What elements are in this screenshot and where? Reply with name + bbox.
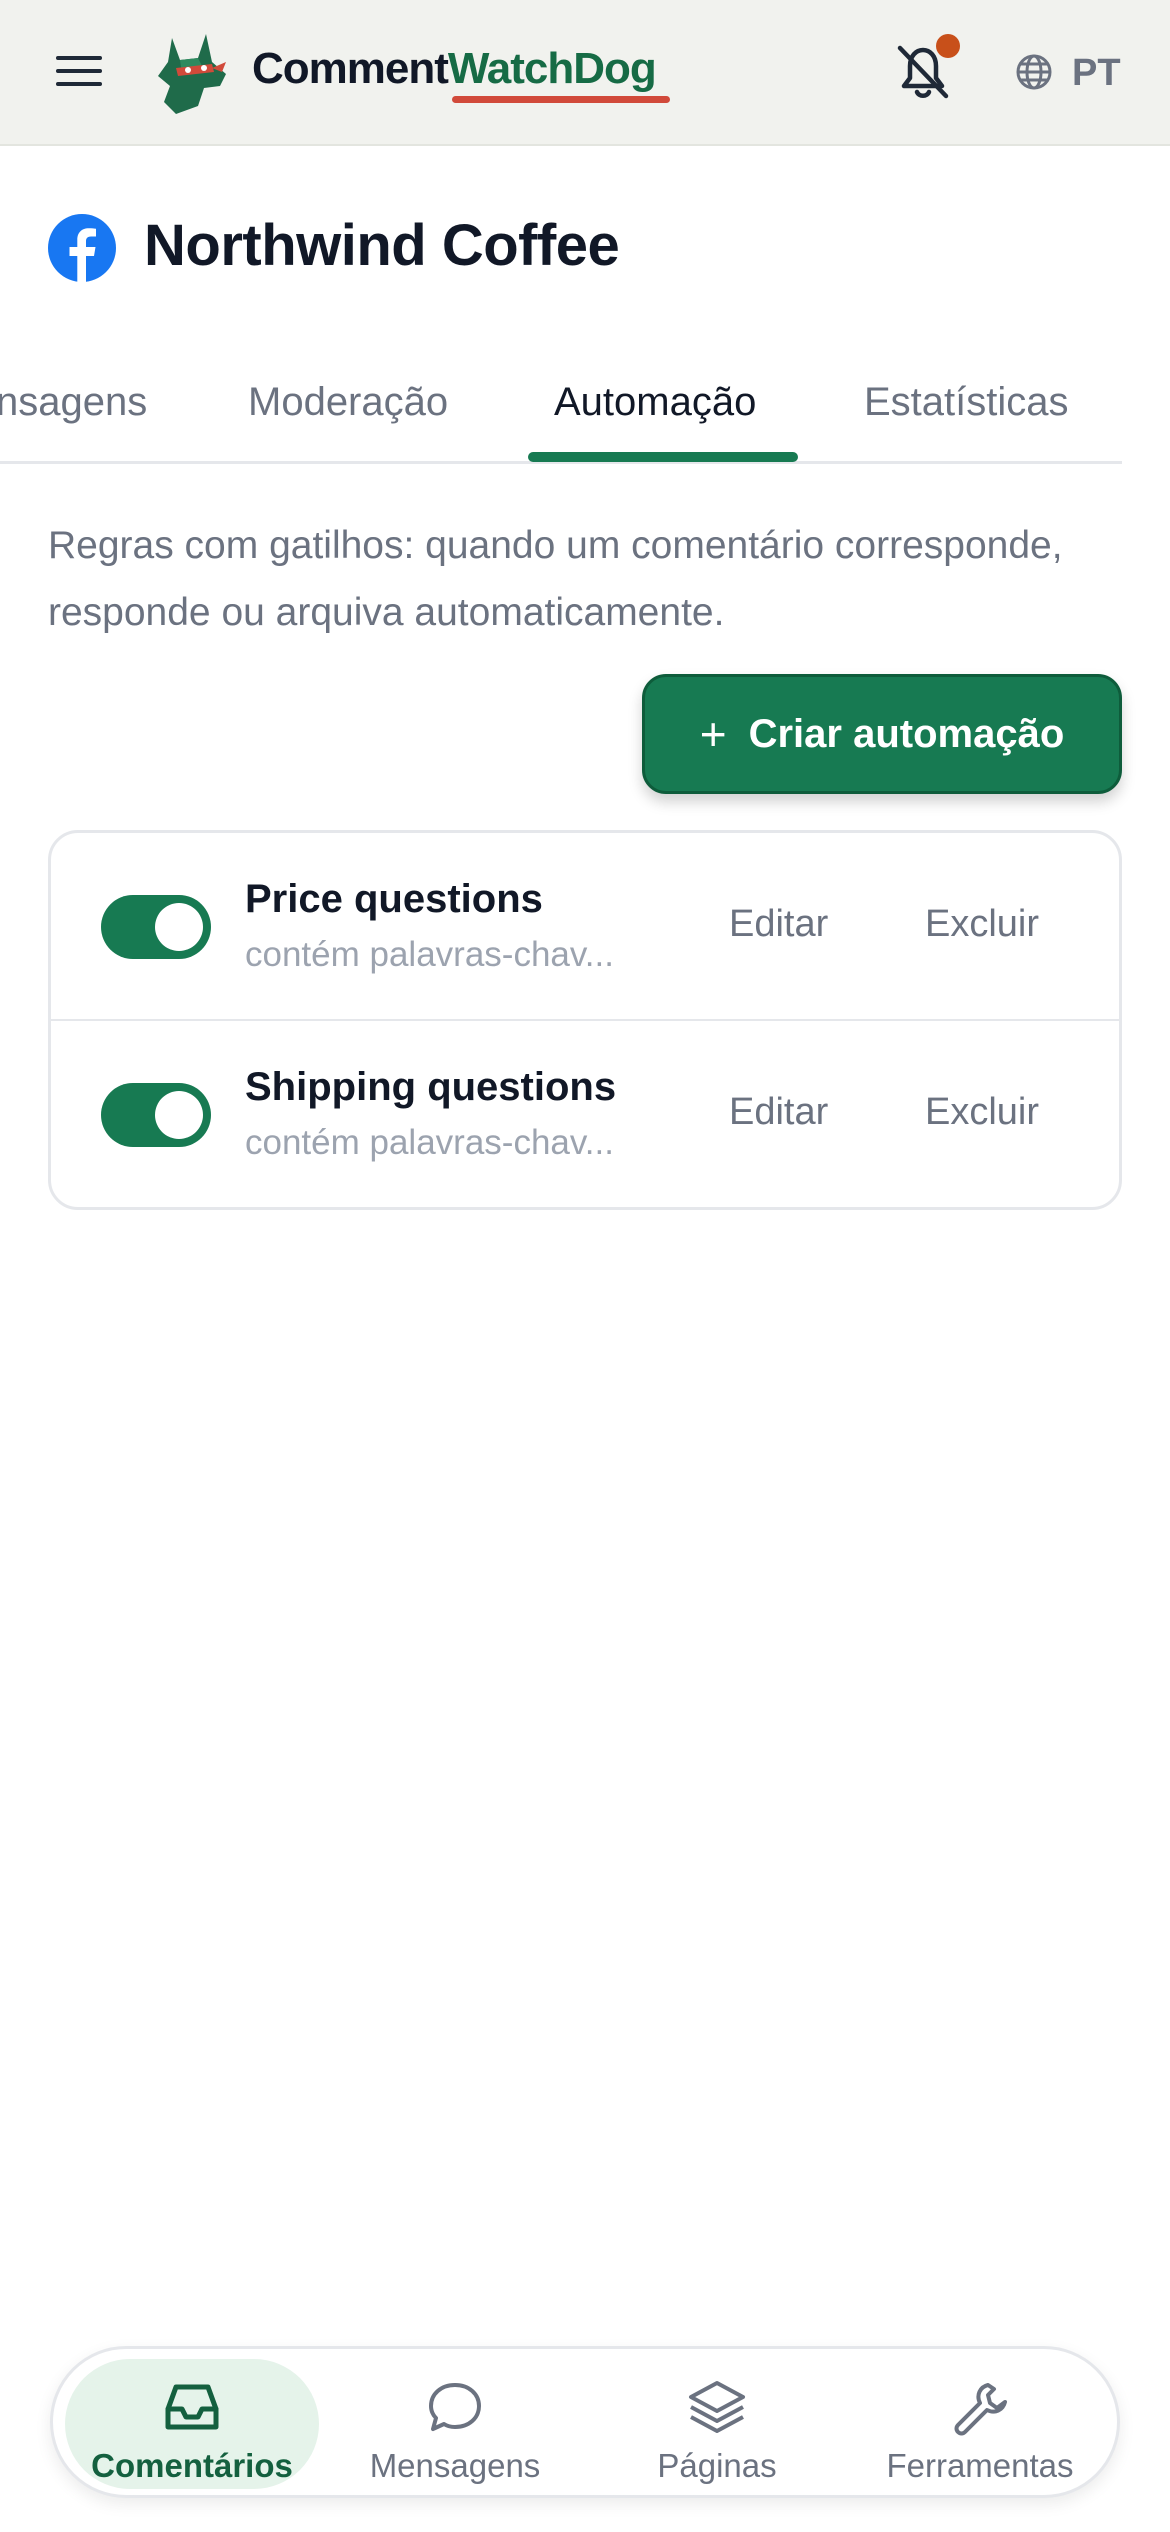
wrench-icon <box>954 2383 1007 2436</box>
toggle-knob <box>155 1091 203 1139</box>
nav-mensagens[interactable]: Mensagens <box>328 2359 582 2489</box>
automation-rules-list: Price questions contém palavras-chav... … <box>48 830 1122 1210</box>
facebook-icon <box>48 214 116 282</box>
brand-part-comment: Comment <box>252 44 449 93</box>
create-automation-button[interactable]: + Criar automação <box>642 674 1122 794</box>
notification-dot <box>936 34 960 58</box>
chat-bubble-icon <box>429 2383 481 2431</box>
bottom-navigation: Comentários Mensagens Páginas Ferramenta… <box>50 2346 1120 2498</box>
nav-label: Comentários <box>91 2447 293 2484</box>
brand-name[interactable]: CommentWatchDog <box>252 44 657 94</box>
nav-label: Ferramentas <box>886 2447 1074 2484</box>
nav-ferramentas[interactable]: Ferramentas <box>853 2359 1107 2489</box>
app-header: CommentWatchDog PT <box>0 0 1170 146</box>
rule-condition: contém palavras-chav... <box>245 1123 614 1162</box>
rule-name: Price questions <box>245 877 543 921</box>
rule-condition: contém palavras-chav... <box>245 935 614 974</box>
tab-mensagens[interactable]: nsagens <box>0 380 147 425</box>
edit-rule-button[interactable]: Editar <box>729 903 828 946</box>
rule-enabled-toggle[interactable] <box>101 1083 211 1147</box>
inbox-icon <box>165 2384 219 2430</box>
tab-estatisticas[interactable]: Estatísticas <box>864 380 1069 425</box>
create-automation-label: Criar automação <box>748 711 1065 756</box>
plus-icon: + <box>699 708 727 760</box>
tab-moderacao[interactable]: Moderação <box>248 380 448 425</box>
delete-rule-button[interactable]: Excluir <box>925 903 1039 946</box>
nav-label: Páginas <box>657 2447 777 2484</box>
active-tab-indicator <box>528 452 798 462</box>
globe-icon[interactable] <box>1014 52 1054 92</box>
language-selector[interactable]: PT <box>1072 52 1121 95</box>
automation-description: Regras com gatilhos: quando um comentári… <box>48 524 1063 634</box>
layers-icon <box>689 2381 745 2433</box>
delete-rule-button[interactable]: Excluir <box>925 1091 1039 1134</box>
nav-paginas[interactable]: Páginas <box>590 2359 844 2489</box>
rule-enabled-toggle[interactable] <box>101 895 211 959</box>
watchdog-logo-icon <box>158 34 226 114</box>
rule-name: Shipping questions <box>245 1065 617 1109</box>
rule-row: Price questions contém palavras-chav... … <box>51 833 1119 1021</box>
nav-comentarios[interactable]: Comentários <box>65 2359 319 2489</box>
tab-bar: nsagens Moderação Automação Estatísticas <box>0 370 1122 464</box>
toggle-knob <box>155 903 203 951</box>
nav-label: Mensagens <box>369 2447 541 2484</box>
edit-rule-button[interactable]: Editar <box>729 1091 828 1134</box>
brand-underline <box>452 96 670 103</box>
menu-icon[interactable] <box>56 56 102 90</box>
rule-row: Shipping questions contém palavras-chav.… <box>51 1021 1119 1209</box>
page-title: Northwind Coffee <box>144 213 620 278</box>
brand-part-watchdog: WatchDog <box>447 44 657 93</box>
tab-automacao[interactable]: Automação <box>554 380 756 425</box>
